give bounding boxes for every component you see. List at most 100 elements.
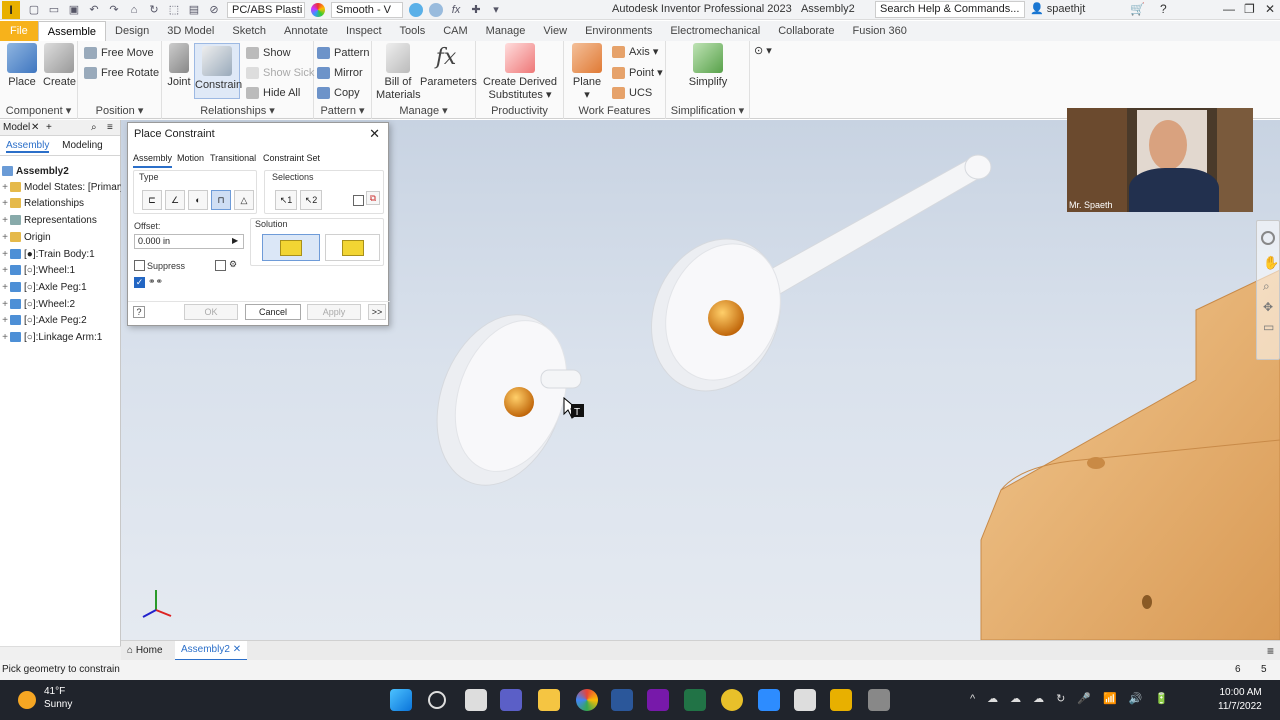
expand-icon[interactable]: + bbox=[0, 263, 10, 279]
tab-tools[interactable]: Tools bbox=[391, 21, 435, 41]
user-account[interactable]: 👤 spaethjt bbox=[1030, 2, 1085, 15]
expand-icon[interactable]: + bbox=[0, 330, 10, 346]
apply-button[interactable]: Apply bbox=[307, 304, 361, 320]
onenote-icon[interactable] bbox=[647, 689, 669, 711]
tab-file[interactable]: File bbox=[0, 21, 38, 41]
open-folder-icon[interactable]: ▭ bbox=[47, 3, 61, 17]
weather-sun-icon[interactable] bbox=[18, 691, 36, 709]
create-derived-substitutes-button[interactable]: Create Derived Substitutes ▾ bbox=[480, 43, 560, 102]
material-select[interactable]: PC/ABS Plasti bbox=[227, 1, 305, 18]
select-icon[interactable]: ⬚ bbox=[167, 3, 181, 17]
save-icon[interactable]: ▣ bbox=[67, 3, 81, 17]
tab-manage[interactable]: Manage bbox=[477, 21, 535, 41]
ribbon-options-icon[interactable]: ⊙ ▾ bbox=[754, 44, 772, 58]
browser-close-icon[interactable]: ✕ bbox=[31, 120, 39, 136]
tab-assemble[interactable]: Assemble bbox=[37, 21, 107, 41]
tree-item[interactable]: + [○]:Wheel:2 bbox=[0, 297, 121, 313]
tree-root[interactable]: Assembly2 bbox=[0, 164, 121, 180]
excel-icon[interactable] bbox=[684, 689, 706, 711]
expand-icon[interactable]: + bbox=[0, 180, 10, 196]
tree-item[interactable]: + [○]:Axle Peg:2 bbox=[0, 313, 121, 329]
new-file-icon[interactable]: ▢ bbox=[27, 3, 41, 17]
measure-icon[interactable]: ▤ bbox=[187, 3, 201, 17]
help-icon[interactable]: ? bbox=[1160, 2, 1167, 16]
dialog-tab-assembly[interactable]: Assembly bbox=[133, 150, 173, 168]
expand-icon[interactable]: + bbox=[0, 213, 10, 229]
appearance-icon[interactable] bbox=[409, 2, 423, 17]
clear-appearance-icon[interactable] bbox=[429, 2, 443, 17]
dialog-tab-transitional[interactable]: Transitional bbox=[210, 150, 256, 166]
offset-input[interactable]: 0.000 in bbox=[134, 234, 244, 249]
no-entry-icon[interactable]: ⊘ bbox=[207, 3, 221, 17]
word-icon[interactable] bbox=[611, 689, 633, 711]
expand-icon[interactable]: + bbox=[0, 247, 10, 263]
tabs-menu-icon[interactable]: ≡ bbox=[1267, 641, 1274, 661]
expand-icon[interactable]: + bbox=[0, 297, 10, 313]
free-rotate-button[interactable]: Free Rotate bbox=[84, 66, 159, 80]
zoom-app-icon[interactable] bbox=[758, 689, 780, 711]
mirror-button[interactable]: Mirror bbox=[317, 66, 363, 80]
ok-button[interactable]: OK bbox=[184, 304, 238, 320]
pick-part-first-checkbox[interactable] bbox=[353, 195, 364, 206]
panel-title-manage[interactable]: Manage ▾ bbox=[372, 104, 475, 117]
weather-widget[interactable]: 41°F Sunny bbox=[44, 685, 72, 711]
cart-icon[interactable]: 🛒 bbox=[1130, 2, 1145, 16]
zoom-icon[interactable]: ⌕ bbox=[1263, 279, 1273, 294]
free-move-button[interactable]: Free Move bbox=[84, 46, 154, 60]
train-body[interactable] bbox=[980, 269, 1280, 640]
parameters-button[interactable]: fx Parameters bbox=[420, 43, 477, 89]
dialog-close-icon[interactable]: ✕ bbox=[369, 126, 380, 142]
inventor-taskbar-icon[interactable] bbox=[830, 689, 852, 711]
tab-electromechanical[interactable]: Electromechanical bbox=[661, 21, 769, 41]
tab-view[interactable]: View bbox=[534, 21, 576, 41]
dialog-tab-constraint-set[interactable]: Constraint Set bbox=[263, 150, 320, 166]
wheel-2[interactable] bbox=[629, 219, 802, 410]
panel-title-position[interactable]: Position ▾ bbox=[78, 104, 161, 117]
undo-icon[interactable]: ↶ bbox=[87, 3, 101, 17]
search-input[interactable]: Search Help & Commands... bbox=[875, 1, 1025, 18]
expand-icon[interactable]: + bbox=[0, 196, 10, 212]
show-sick-button[interactable]: Show Sick bbox=[246, 66, 314, 80]
chrome-icon[interactable] bbox=[576, 689, 598, 711]
browser-tab-assembly[interactable]: Assembly bbox=[6, 140, 50, 153]
tab-fusion-360[interactable]: Fusion 360 bbox=[843, 21, 915, 41]
pan-icon[interactable]: ✋ bbox=[1263, 255, 1279, 271]
offset-arrow-icon[interactable]: ▶ bbox=[232, 236, 238, 245]
tree-item[interactable]: + Origin bbox=[0, 230, 121, 246]
home-tab[interactable]: ⌂ Home bbox=[127, 641, 163, 661]
axis-button[interactable]: Axis ▾ bbox=[612, 45, 658, 59]
inventor-logo-icon[interactable]: I bbox=[2, 0, 20, 19]
expand-icon[interactable]: + bbox=[0, 230, 10, 246]
tab-environments[interactable]: Environments bbox=[576, 21, 661, 41]
selection-2-icon[interactable]: ↖2 bbox=[300, 190, 322, 210]
appearance-select[interactable]: Smooth - V bbox=[331, 1, 403, 18]
ucs-button[interactable]: UCS bbox=[612, 86, 652, 100]
tab-inspect[interactable]: Inspect bbox=[337, 21, 390, 41]
wheel-1[interactable] bbox=[415, 297, 588, 503]
restore-button[interactable]: ❐ bbox=[1244, 2, 1255, 16]
dialog-tab-motion[interactable]: Motion bbox=[177, 150, 204, 166]
minimize-button[interactable]: — bbox=[1223, 2, 1235, 16]
task-view-icon[interactable] bbox=[465, 689, 487, 711]
tab-annotate[interactable]: Annotate bbox=[275, 21, 337, 41]
place-button[interactable]: Place bbox=[6, 43, 38, 89]
start-icon[interactable] bbox=[390, 689, 412, 711]
more-button[interactable]: >> bbox=[368, 304, 386, 320]
simplify-button[interactable]: Simplify bbox=[686, 43, 730, 89]
angle-constraint-icon[interactable]: ∠ bbox=[165, 190, 185, 210]
dialog-help-icon[interactable]: ? bbox=[133, 306, 145, 318]
limits-checkbox[interactable] bbox=[215, 260, 226, 271]
tree-item[interactable]: + Model States: [Primary] bbox=[0, 180, 121, 196]
system-tray-icons[interactable]: ^☁☁☁↻🎤📶🔊🔋 bbox=[970, 692, 1180, 705]
panel-title-relationships[interactable]: Relationships ▾ bbox=[162, 104, 313, 117]
solution-opposed-button[interactable] bbox=[262, 234, 320, 261]
navigation-bar[interactable]: ✋ ⌕ ✥ ▭ bbox=[1256, 220, 1280, 360]
create-button[interactable]: Create bbox=[43, 43, 76, 89]
browser-menu-icon[interactable]: ≡ bbox=[107, 120, 113, 136]
app-icon[interactable] bbox=[721, 689, 743, 711]
panel-title-pattern[interactable]: Pattern ▾ bbox=[314, 104, 371, 117]
plus-icon[interactable]: ✚ bbox=[469, 3, 483, 17]
tree-item[interactable]: + Representations bbox=[0, 213, 121, 229]
tree-item[interactable]: + [●]:Train Body:1 bbox=[0, 247, 121, 263]
symmetry-constraint-icon[interactable]: △ bbox=[234, 190, 254, 210]
